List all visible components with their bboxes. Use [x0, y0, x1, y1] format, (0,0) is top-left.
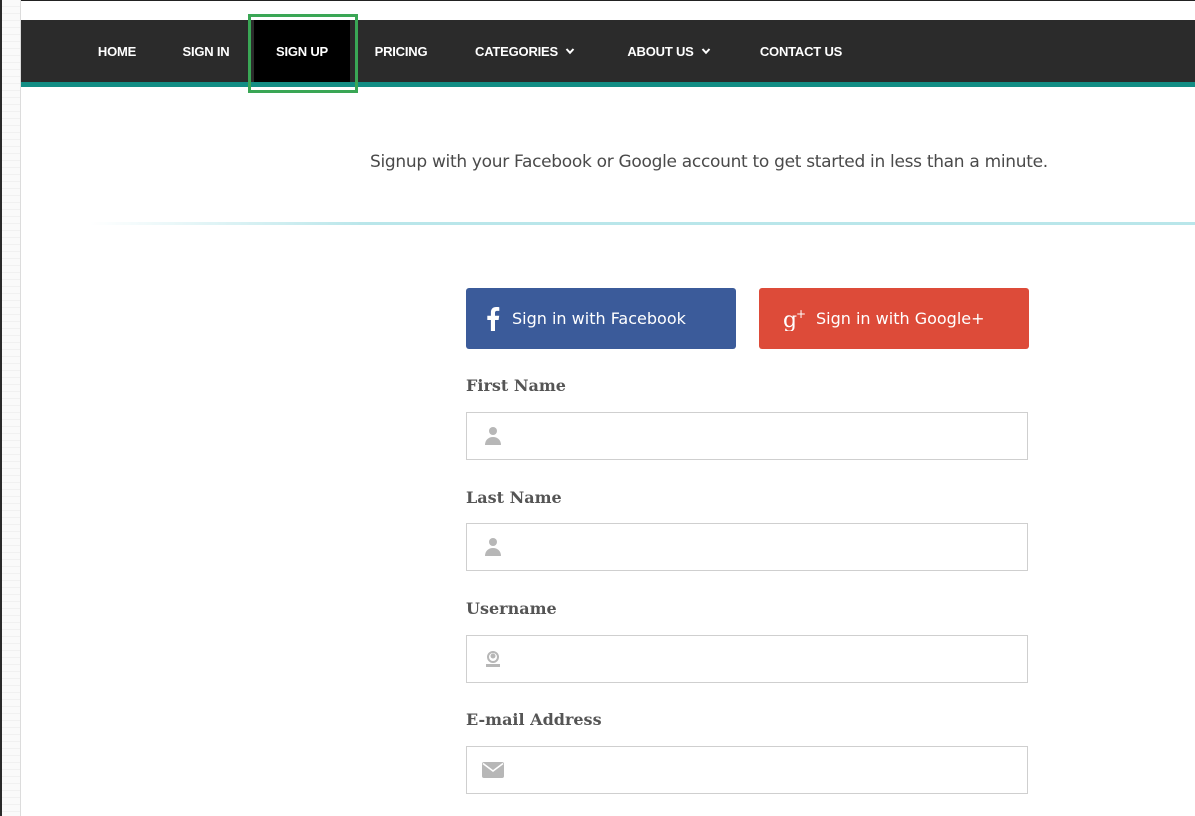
nav-contact-us[interactable]: CONTACT US: [748, 20, 854, 82]
nav-contact-us-label: CONTACT US: [759, 43, 843, 59]
nav-about-us-label: ABOUT US: [627, 43, 694, 59]
nav-pricing[interactable]: PRICING: [363, 20, 439, 82]
user-icon: [482, 537, 504, 557]
facebook-f-icon: [486, 306, 500, 331]
first-name-label: First Name: [466, 376, 566, 395]
facebook-signin-label: Sign in with Facebook: [512, 309, 686, 328]
user-circle-icon: [482, 650, 504, 668]
first-name-field[interactable]: [466, 412, 1028, 460]
svg-text:g: g: [783, 308, 797, 331]
google-plus-icon: g +: [783, 307, 807, 331]
google-signin-label: Sign in with Google+: [816, 309, 985, 328]
browser-frame: [0, 0, 1195, 816]
nav-sign-up[interactable]: SIGN UP: [254, 20, 350, 82]
top-navbar: HOME SIGN IN SIGN UP PRICING CATEGORIES …: [21, 20, 1195, 87]
nav-pricing-label: PRICING: [374, 43, 428, 59]
chevron-down-icon: [565, 48, 575, 55]
username-input[interactable]: [504, 636, 1027, 682]
first-name-input[interactable]: [504, 413, 1027, 459]
last-name-label: Last Name: [466, 488, 562, 507]
last-name-input[interactable]: [504, 524, 1027, 570]
nav-categories[interactable]: CATEGORIES: [464, 20, 586, 82]
last-name-field[interactable]: [466, 523, 1028, 571]
username-field[interactable]: [466, 635, 1028, 683]
nav-sign-in-label: SIGN IN: [182, 43, 230, 59]
user-icon: [482, 426, 504, 446]
nav-about-us[interactable]: ABOUT US: [616, 20, 722, 82]
nav-home[interactable]: HOME: [85, 20, 149, 82]
nav-sign-up-label: SIGN UP: [275, 43, 329, 59]
left-scroll-strip: [0, 0, 21, 816]
svg-text:+: +: [796, 307, 806, 321]
email-label: E-mail Address: [466, 710, 602, 729]
chevron-down-icon: [701, 48, 710, 55]
email-field[interactable]: [466, 746, 1028, 794]
facebook-signin-button[interactable]: Sign in with Facebook: [466, 288, 736, 349]
signup-intro-text: Signup with your Facebook or Google acco…: [370, 152, 1048, 172]
nav-sign-in[interactable]: SIGN IN: [170, 20, 242, 82]
email-input[interactable]: [504, 747, 1027, 793]
section-divider: [90, 222, 1195, 225]
nav-categories-label: CATEGORIES: [475, 43, 558, 59]
google-signin-button[interactable]: g + Sign in with Google+: [759, 288, 1029, 349]
envelope-icon: [482, 762, 504, 778]
username-label: Username: [466, 599, 557, 618]
nav-home-label: HOME: [97, 43, 137, 59]
